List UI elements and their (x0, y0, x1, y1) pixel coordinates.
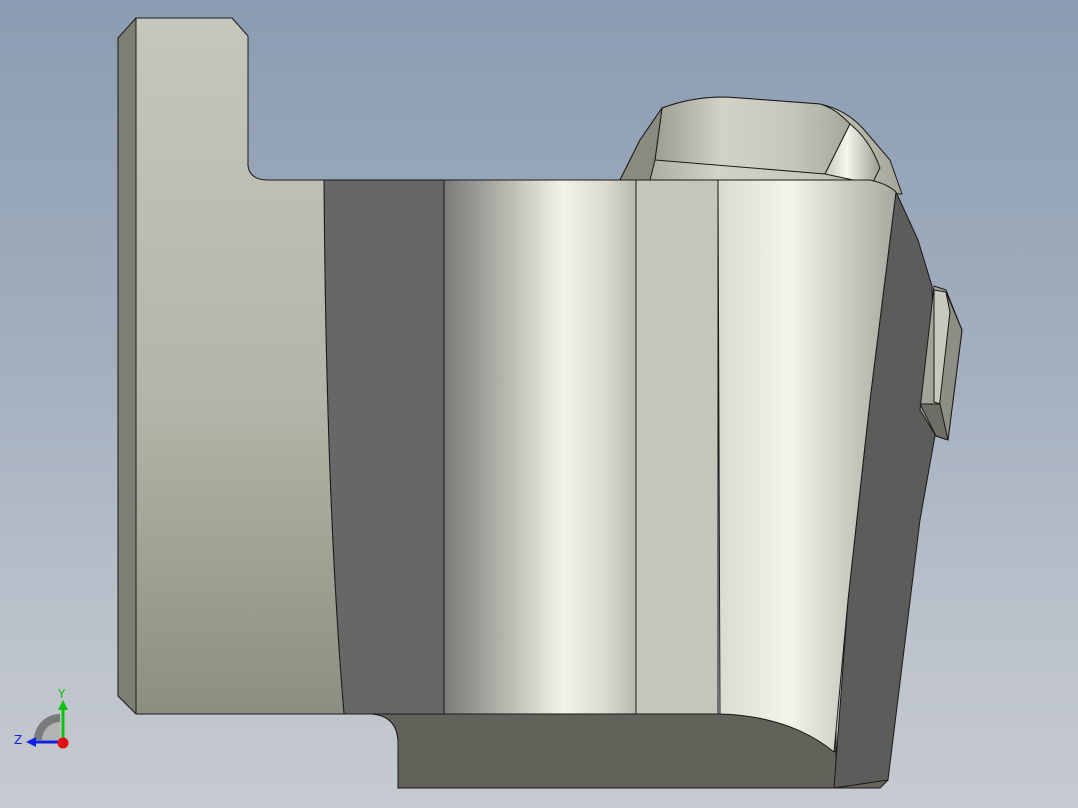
y-axis-arrow (58, 700, 68, 710)
body-cylinder-1 (443, 179, 637, 715)
z-axis-label: Z (14, 733, 22, 747)
body-dark-band (323, 179, 445, 715)
body-flat-band (635, 179, 719, 715)
flange-left-edge (117, 17, 137, 715)
flange-plate (135, 17, 345, 715)
part-model[interactable] (117, 17, 963, 789)
x-axis-dot (57, 737, 69, 749)
z-axis-arrow (26, 737, 36, 747)
top-cap-front-face (654, 96, 851, 175)
3d-viewport[interactable] (0, 0, 1078, 808)
base-block-curve (371, 713, 837, 789)
orientation-triad: Y Z (14, 687, 69, 749)
y-axis-label: Y (57, 687, 66, 701)
